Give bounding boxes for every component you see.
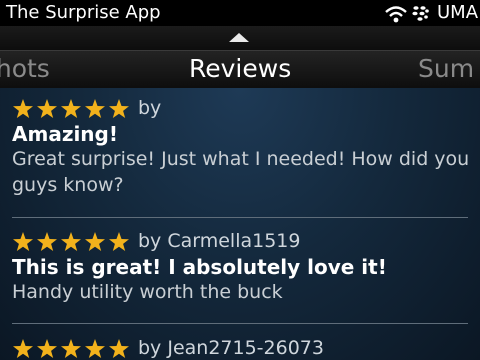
star-icon [109, 339, 129, 358]
review-byline: by Carmella1519 [138, 230, 301, 252]
star-icon [109, 232, 129, 251]
star-rating [13, 232, 129, 251]
tab-screenshots[interactable]: nshots [0, 53, 50, 85]
star-icon [37, 232, 57, 251]
star-icon [85, 232, 105, 251]
star-icon [109, 99, 129, 118]
app-title: The Surprise App [6, 2, 161, 23]
review-byline: by [138, 97, 162, 119]
star-icon [61, 232, 81, 251]
star-icon [13, 339, 33, 358]
review-body: Handy utility worth the buck [12, 281, 283, 303]
review-item[interactable]: by Carmella1519 This is great! I absolut… [12, 229, 470, 305]
rating-line: by [12, 96, 470, 122]
review-list[interactable]: by Amazing! Great surprise! Just what I … [0, 88, 480, 360]
star-icon [85, 339, 105, 358]
status-bar: The Surprise App UMA [0, 0, 480, 26]
divider [12, 323, 468, 324]
review-body: Great surprise! Just what I needed! How … [12, 148, 470, 196]
star-icon [61, 99, 81, 118]
star-icon [13, 232, 33, 251]
divider [12, 217, 468, 218]
rating-line: by Carmella1519 [12, 229, 470, 255]
review-title: Amazing! [12, 122, 118, 146]
rating-line: by Jean2715-26073 [12, 336, 470, 360]
review-item[interactable]: by Jean2715-26073 [12, 336, 470, 360]
star-icon [37, 339, 57, 358]
tab-reviews[interactable]: Reviews [189, 53, 291, 85]
star-icon [61, 339, 81, 358]
star-icon [37, 99, 57, 118]
blackberry-logo-icon [412, 6, 429, 21]
network-label: UMA [437, 2, 479, 23]
star-rating [13, 339, 129, 358]
review-item[interactable]: by Amazing! Great surprise! Just what I … [12, 96, 470, 198]
review-byline: by Jean2715-26073 [138, 337, 324, 359]
review-title: This is great! I absolutely love it! [12, 255, 387, 279]
tab-summary[interactable]: Sum [418, 53, 474, 85]
up-arrow-icon[interactable] [229, 33, 249, 42]
star-rating [13, 99, 129, 118]
star-icon [13, 99, 33, 118]
scroll-up-strip[interactable] [0, 26, 480, 50]
tab-bar: nshots Reviews Sum [0, 50, 480, 89]
wifi-signal-icon [385, 6, 407, 23]
star-icon [85, 99, 105, 118]
